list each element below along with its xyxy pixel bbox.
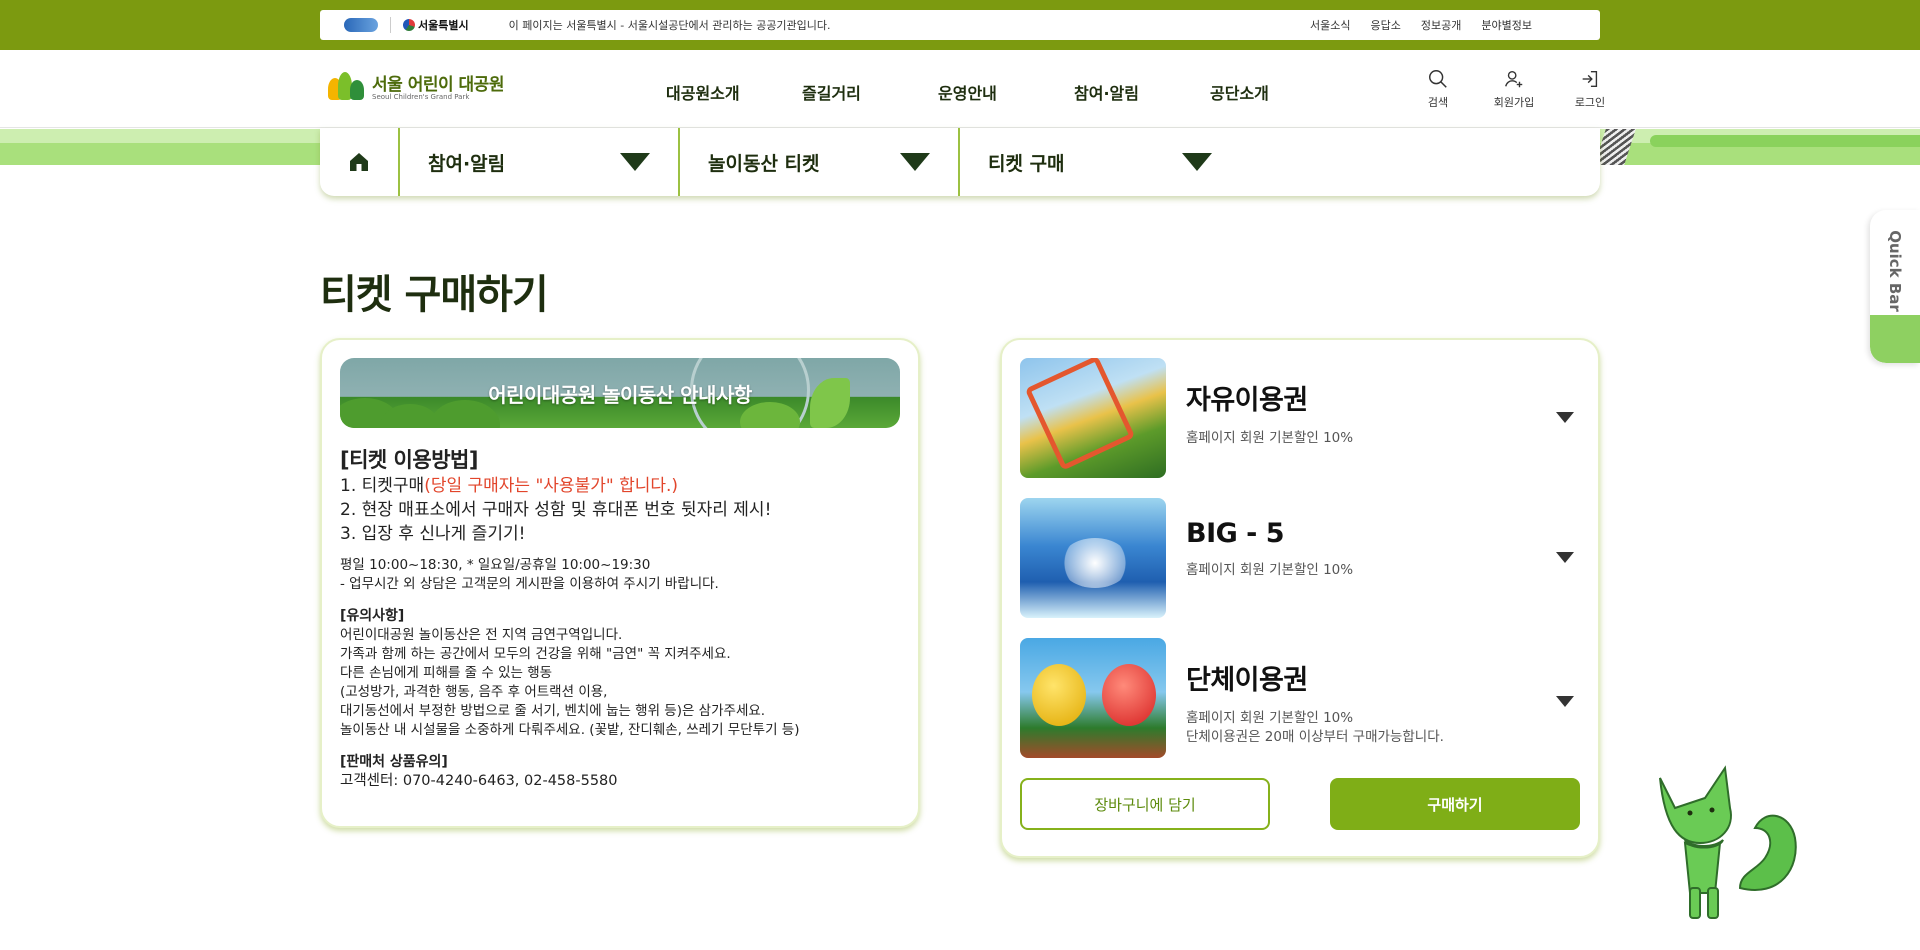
guide-card: 어린이대공원 놀이동산 안내사항 [티켓 이용방법] 1. 티켓구매(당일 구매…: [320, 338, 920, 828]
ticket-thumbnail: [1020, 498, 1166, 618]
caution-line: 가족과 함께 하는 공간에서 모두의 건강을 위해 "금연" 꼭 지켜주세요.: [340, 646, 731, 662]
signup-button[interactable]: 회원가입: [1476, 68, 1552, 110]
guide-info: [티켓 이용방법] 1. 티켓구매(당일 구매자는 "사용불가" 합니다.) 2…: [340, 444, 900, 791]
search-label: 검색: [1427, 96, 1449, 109]
add-to-cart-button[interactable]: 장바구니에 담기: [1020, 778, 1270, 830]
ticket-card: 자유이용권 홈페이지 회원 기본할인 10% BIG - 5 홈페이지 회원 기…: [1000, 338, 1600, 858]
ticket-group-note: 단체이용권은 20매 이상부터 구매가능합니다.: [1186, 729, 1444, 745]
ticket-name: 단체이용권: [1186, 665, 1308, 696]
breadcrumb-park-ticket[interactable]: 놀이동산 티켓: [680, 128, 960, 196]
same-day-warning: (당일 구매자는 "사용불가" 합니다.): [424, 476, 679, 496]
top-link-info-disclosure[interactable]: 정보공개: [1421, 17, 1461, 33]
ticket-option-free-pass[interactable]: 자유이용권 홈페이지 회원 기본할인 10%: [1020, 358, 1580, 478]
gov-notice: 이 페이지는 서울특별시 - 서울시설공단에서 관리하는 공공기관입니다.: [508, 19, 831, 32]
guide-banner: 어린이대공원 놀이동산 안내사항: [340, 358, 900, 428]
breadcrumb-participation[interactable]: 참여·알림: [400, 128, 680, 196]
brand-name-kr: 서울 어린이 대공원: [372, 75, 504, 95]
gov-logos[interactable]: 서울특별시: [344, 17, 469, 33]
top-gov-bar-inner: 서울특별시 이 페이지는 서울특별시 - 서울시설공단에서 관리하는 공공기관입…: [320, 10, 1600, 40]
caution-line: 놀이동산 내 시설물을 소중하게 다뤄주세요. (꽃밭, 잔디훼손, 쓰레기 무…: [340, 722, 800, 738]
fox-mascot-illustration: [1659, 765, 1797, 919]
site-logo[interactable]: 서울 어린이 대공원 Seoul Children's Grand Park: [328, 70, 504, 101]
breadcrumb: 참여·알림 놀이동산 티켓 티켓 구매: [320, 128, 1600, 196]
brand-name-en: Seoul Children's Grand Park: [372, 93, 470, 101]
nav-item-attractions[interactable]: 즐길거리: [802, 80, 938, 104]
search-icon: [1429, 70, 1447, 88]
park-trees-icon: [328, 71, 366, 100]
hours-note: - 업무시간 외 상담은 고객문의 게시판을 이용하여 주시기 바랍니다.: [340, 576, 719, 592]
caret-down-icon: [1182, 153, 1212, 171]
usage-step-2: 2. 현장 매표소에서 구매자 성함 및 휴대폰 번호 뒷자리 제시!: [340, 500, 772, 520]
top-link-eungdapso[interactable]: 응답소: [1371, 17, 1401, 33]
ticket-option-big5[interactable]: BIG - 5 홈페이지 회원 기본할인 10%: [1020, 498, 1580, 618]
login-icon: [1582, 70, 1598, 88]
usage-step-1: 1. 티켓구매(당일 구매자는 "사용불가" 합니다.): [340, 476, 679, 496]
caret-down-icon: [900, 153, 930, 171]
opening-hours: 평일 10:00~18:30, * 일요일/공휴일 10:00~19:30: [340, 557, 651, 573]
divider: [390, 17, 391, 33]
ticket-name: 자유이용권: [1186, 385, 1308, 416]
ticket-thumbnail: [1020, 358, 1166, 478]
caution-line: (고성방가, 과격한 행동, 음주 후 어트랙션 이용,: [340, 684, 608, 700]
home-icon: [350, 153, 368, 171]
search-button[interactable]: 검색: [1400, 68, 1476, 110]
quick-bar[interactable]: Quick Bar: [1870, 210, 1920, 363]
nav-item-participation[interactable]: 참여·알림: [1074, 80, 1210, 104]
usage-step-3: 3. 입장 후 신나게 즐기기!: [340, 524, 526, 544]
quick-bar-label: Quick Bar: [1886, 230, 1904, 312]
ticket-discount: 홈페이지 회원 기본할인 10%: [1186, 430, 1354, 446]
purchase-actions: 장바구니에 담기 구매하기: [1020, 778, 1580, 830]
main-nav: 대공원소개 즐길거리 운영안내 참여·알림 공단소개: [666, 80, 1346, 104]
home-button[interactable]: [320, 128, 400, 196]
expand-caret-icon[interactable]: [1556, 412, 1574, 423]
caret-down-icon: [620, 153, 650, 171]
quick-bar-tab[interactable]: [1870, 315, 1920, 363]
caution-heading: [유의사항]: [340, 608, 405, 624]
breadcrumb-label: 참여·알림: [428, 152, 506, 175]
breadcrumb-label: 티켓 구매: [988, 152, 1065, 175]
caution-line: 어린이대공원 놀이동산은 전 지역 금연구역입니다.: [340, 627, 623, 643]
top-links: 서울소식 응답소 정보공개 분야별정보: [1310, 17, 1532, 33]
ticket-discount: 홈페이지 회원 기본할인 10%: [1186, 710, 1354, 726]
seoul-city-logo: 서울특별시: [403, 17, 469, 33]
seoul-city-name: 서울특별시: [418, 19, 469, 32]
page-title: 티켓 구매하기: [320, 272, 549, 318]
nav-item-operation[interactable]: 운영안내: [938, 80, 1074, 104]
signup-label: 회원가입: [1493, 96, 1535, 109]
expand-caret-icon[interactable]: [1556, 696, 1574, 707]
top-link-field-info[interactable]: 분야별정보: [1481, 17, 1532, 33]
caution-line: 대기동선에서 부정한 방법으로 줄 서기, 벤치에 눕는 행위 등)은 삼가주세…: [340, 703, 766, 719]
utility-menu: 검색 회원가입 로그인: [1400, 68, 1628, 110]
nav-item-park-intro[interactable]: 대공원소개: [666, 80, 802, 104]
ticket-discount: 홈페이지 회원 기본할인 10%: [1186, 562, 1354, 578]
top-link-seoul-news[interactable]: 서울소식: [1310, 17, 1350, 33]
ticket-option-group[interactable]: 단체이용권 홈페이지 회원 기본할인 10% 단체이용권은 20매 이상부터 구…: [1020, 638, 1580, 758]
expand-caret-icon[interactable]: [1556, 552, 1574, 563]
caution-line: 다른 손님에게 피해를 줄 수 있는 행동: [340, 665, 553, 681]
nav-item-corporation[interactable]: 공단소개: [1210, 80, 1346, 104]
breadcrumb-label: 놀이동산 티켓: [708, 152, 820, 175]
ticket-thumbnail: [1020, 638, 1166, 758]
user-add-icon: [1505, 70, 1523, 88]
top-gov-bar: 서울특별시 이 페이지는 서울특별시 - 서울시설공단에서 관리하는 공공기관입…: [0, 0, 1920, 50]
ticket-name: BIG - 5: [1186, 518, 1285, 549]
guide-banner-title: 어린이대공원 놀이동산 안내사항: [488, 382, 752, 407]
customer-center: 고객센터: 070-4240-6463, 02-458-5580: [340, 773, 618, 789]
seoul-mark-icon: [403, 19, 415, 31]
login-button[interactable]: 로그인: [1552, 68, 1628, 110]
breadcrumb-ticket-purchase[interactable]: 티켓 구매: [960, 128, 1240, 196]
login-label: 로그인: [1574, 96, 1606, 109]
site-header: 서울 어린이 대공원 Seoul Children's Grand Park 대…: [0, 50, 1920, 128]
buy-button[interactable]: 구매하기: [1330, 778, 1580, 830]
usage-heading: [티켓 이용방법]: [340, 448, 478, 472]
seoul-emblem-icon: [344, 18, 378, 32]
seller-heading: [판매처 상품유의]: [340, 754, 448, 770]
